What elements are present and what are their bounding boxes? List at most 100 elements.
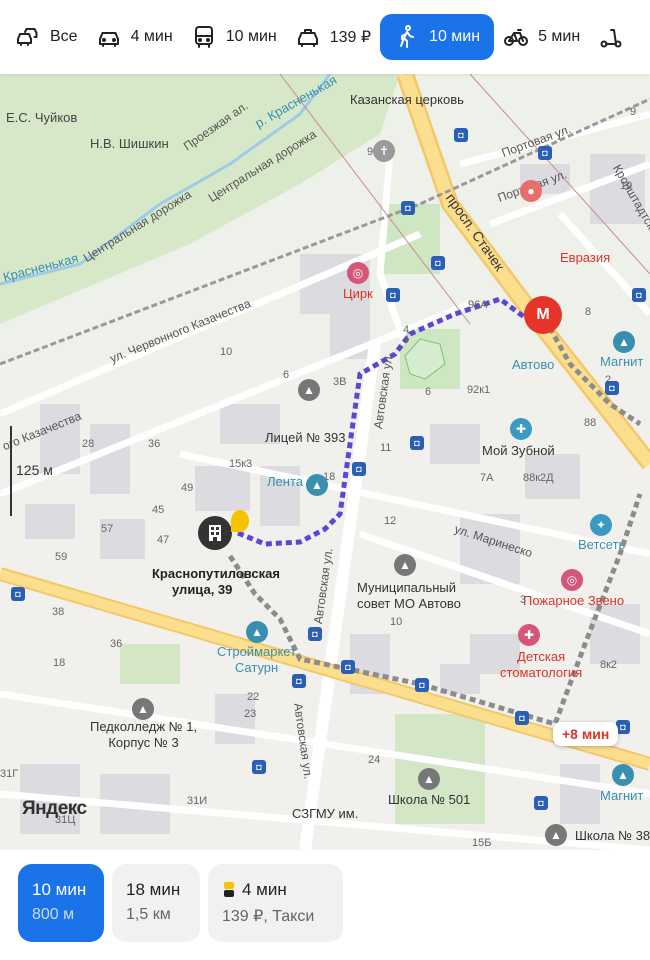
bus-stop-icon[interactable]: ◘ [252, 760, 266, 774]
bus-stop-icon[interactable]: ◘ [538, 146, 552, 160]
label-vetset: Ветсеть [578, 537, 626, 552]
house-number: 31Г [0, 768, 19, 780]
house-number: 11 [380, 442, 392, 454]
bus-stop-icon[interactable]: ◘ [308, 627, 322, 641]
bicycle-icon [504, 29, 529, 46]
car-icon [98, 32, 119, 47]
house-number: 6 [283, 369, 290, 381]
yandex-logo: Яндекс [22, 798, 87, 819]
shopping-icon[interactable]: ● [520, 180, 542, 202]
mode-car[interactable]: 4 мин [87, 14, 182, 60]
route-card-taxi[interactable]: 4 мин 139 ₽, Такси [208, 864, 343, 942]
supermarket-icon[interactable]: ▲ [306, 474, 328, 496]
lyceum-icon[interactable]: ▲ [298, 379, 320, 401]
cars-all-icon [17, 28, 38, 46]
label-lyceum: Лицей № 393 [265, 430, 346, 445]
church-icon[interactable]: ✝ [373, 140, 395, 162]
dentist-icon[interactable]: ✚ [510, 418, 532, 440]
house-number: 3 [520, 594, 527, 606]
taxi-icon [297, 29, 318, 47]
house-number: 57 [101, 523, 114, 535]
bus-stop-icon[interactable]: ◘ [352, 462, 366, 476]
scale-bar [10, 426, 12, 516]
bus-stop-icon[interactable]: ◘ [292, 674, 306, 688]
route-time: 18 мин [126, 880, 181, 899]
college-icon[interactable]: ▲ [132, 698, 154, 720]
mode-scooter[interactable] [589, 14, 633, 60]
house-number: 6 [425, 386, 432, 398]
bus-stop-icon[interactable]: ◘ [341, 660, 355, 674]
label-pozharnoe: Пожарное Звено [523, 593, 625, 608]
route-card-transit[interactable]: 18 мин 1,5 км [112, 864, 200, 942]
house-number: 15к3 [229, 458, 253, 470]
supermarket-icon[interactable]: ▲ [612, 764, 634, 786]
government-icon[interactable]: ▲ [394, 554, 416, 576]
bus-stop-icon[interactable]: ◘ [11, 587, 25, 601]
house-number: 36 [110, 638, 123, 650]
house-number: 19 [620, 180, 633, 192]
label-magnit-top: Магнит [600, 354, 644, 369]
mode-taxi[interactable]: 139 ₽ [286, 14, 380, 60]
house-number: 59 [55, 551, 68, 563]
scale-label: 125 м [16, 462, 53, 478]
transport-mode-bar: Все 4 мин 10 мин 139 ₽ 10 мин 5 мин [0, 0, 650, 74]
house-number: 10 [220, 346, 233, 358]
school-icon[interactable]: ▲ [545, 824, 567, 846]
bus-stop-icon[interactable]: ◘ [431, 256, 445, 270]
house-number: 45 [152, 504, 165, 516]
bus-stop-icon[interactable]: ◘ [410, 436, 424, 450]
mode-bicycle[interactable]: 5 мин [494, 14, 589, 60]
bus-stop-icon[interactable]: ◘ [605, 381, 619, 395]
metro-pin-icon[interactable]: М [524, 296, 562, 334]
bus-stop-icon[interactable]: ◘ [454, 128, 468, 142]
house-number: 96А [468, 299, 488, 311]
bus-stop-icon[interactable]: ◘ [534, 796, 548, 810]
house-number: 3В [333, 376, 347, 388]
bus-stop-icon[interactable]: ◘ [415, 678, 429, 692]
house-number: 28 [82, 438, 95, 450]
house-number: 8 [585, 306, 592, 318]
destination-pin-icon[interactable] [198, 516, 232, 550]
house-number: 31И [187, 795, 208, 807]
route-card-walk[interactable]: 10 мин 800 м [18, 864, 104, 942]
route-options: 10 мин 800 м 18 мин 1,5 км 4 мин 139 ₽, … [0, 850, 650, 960]
label-stroymarket: Строймаркет Сатурн [217, 644, 297, 675]
bus-stop-icon[interactable]: ◘ [632, 288, 646, 302]
bus-stop-icon[interactable]: ◘ [616, 720, 630, 734]
house-number: 8к2 [600, 659, 618, 671]
house-number: 9 [630, 106, 637, 118]
mode-walk[interactable]: 10 мин [380, 14, 495, 60]
map-view[interactable]: Е.С. Чуйков Н.В. Шишкин Проезжая ал. р. … [0, 74, 650, 850]
route-distance: 800 м [32, 906, 75, 923]
label-pedcollege: Педколледж № 1, Корпус № 3 [90, 719, 198, 750]
supermarket-icon[interactable]: ▲ [613, 331, 635, 353]
route-price: 139 ₽, Такси [222, 908, 315, 925]
start-point-icon[interactable] [231, 510, 249, 532]
label-lenta: Лента [267, 474, 303, 489]
dental-clinic-icon[interactable]: ✚ [518, 624, 540, 646]
hardware-store-icon[interactable]: ▲ [246, 621, 268, 643]
house-number: 88 [584, 417, 597, 429]
label-magnit-bot: Магнит [600, 788, 644, 803]
bus-stop-icon[interactable]: ◘ [401, 201, 415, 215]
bus-stop-icon[interactable]: ◘ [515, 711, 529, 725]
mode-all[interactable]: Все [6, 14, 87, 60]
circus-icon[interactable]: ◎ [347, 262, 369, 284]
label-moy-zubnoy: Мой Зубной [482, 443, 555, 458]
label-metro-station: Автово [512, 357, 555, 372]
label-circus: Цирк [343, 286, 373, 301]
extra-time-badge[interactable]: +8 мин [553, 722, 619, 746]
house-number: 23 [244, 708, 257, 720]
label-school-386: Школа № 386 [575, 828, 650, 843]
house-number: 22 [247, 691, 260, 703]
bus-icon [194, 26, 213, 48]
bus-stop-icon[interactable]: ◘ [386, 288, 400, 302]
building-icon [209, 525, 221, 541]
label-dental: Детская стоматология [500, 649, 583, 680]
house-number: 24 [368, 754, 381, 766]
school-icon[interactable]: ▲ [418, 768, 440, 790]
fire-station-icon[interactable]: ◎ [561, 569, 583, 591]
house-number: 36 [148, 438, 161, 450]
vet-icon[interactable]: ✦ [590, 514, 612, 536]
mode-transit[interactable]: 10 мин [182, 14, 286, 60]
